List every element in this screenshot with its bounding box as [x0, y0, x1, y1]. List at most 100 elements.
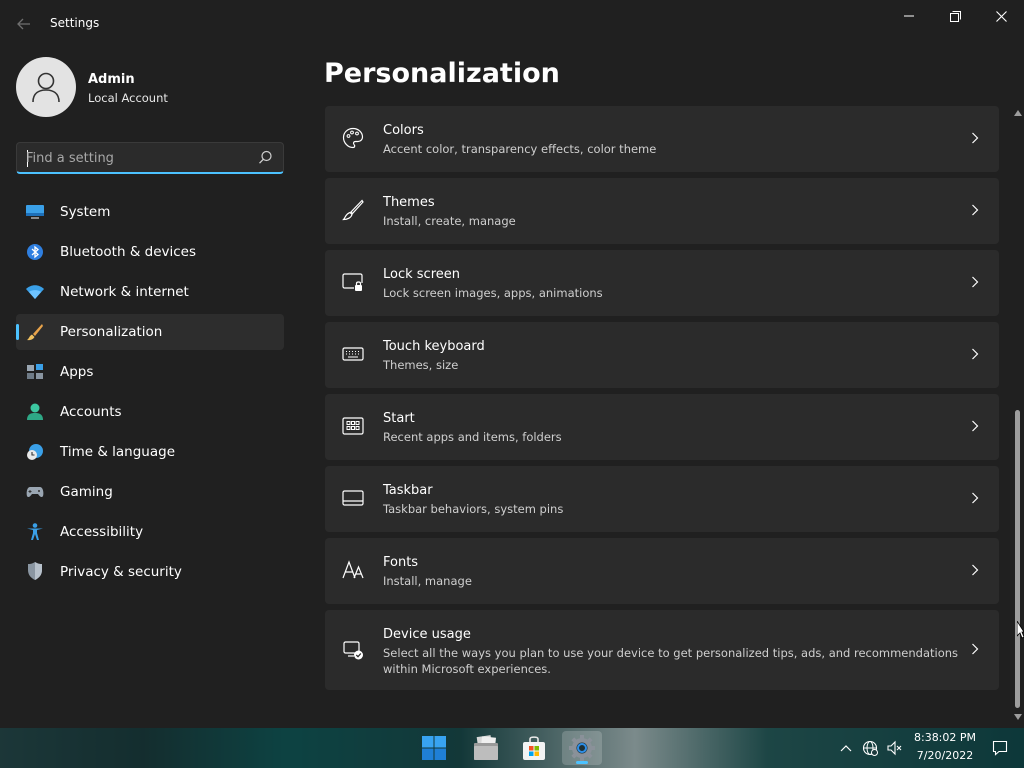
taskbar — [0, 728, 1024, 768]
card-subtitle: Taskbar behaviors, system pins — [383, 502, 564, 516]
card-subtitle: Select all the ways you plan to use your… — [383, 646, 959, 676]
apps-icon — [27, 364, 43, 379]
title-bar: Settings — [0, 0, 1024, 48]
card-themes[interactable]: Themes Install, create, manage — [325, 178, 999, 244]
taskbar-icon — [342, 490, 364, 506]
close-icon — [995, 10, 1007, 22]
sidebar-item-time-language[interactable]: Time & language — [16, 434, 284, 470]
back-button[interactable] — [10, 12, 38, 36]
clock-time[interactable]: 8:38:02 PM — [905, 731, 985, 744]
sidebar-item-network[interactable]: Network & internet — [16, 274, 284, 310]
microsoft-store-icon — [523, 736, 545, 760]
close-button[interactable] — [978, 0, 1024, 32]
brush-icon — [342, 199, 364, 221]
palette-icon — [342, 127, 364, 149]
globe-clock-icon — [27, 444, 43, 460]
file-explorer-icon — [474, 735, 498, 760]
minimize-button[interactable] — [886, 0, 932, 32]
card-title: Lock screen — [383, 267, 460, 282]
card-taskbar[interactable]: Taskbar Taskbar behaviors, system pins — [325, 466, 999, 532]
card-fonts[interactable]: Fonts Install, manage — [325, 538, 999, 604]
search-box[interactable] — [16, 142, 284, 174]
clock-date[interactable]: 7/20/2022 — [905, 749, 985, 762]
chevron-right-icon — [972, 492, 979, 504]
notification-icon — [992, 740, 1008, 756]
tray-show-hidden[interactable] — [838, 740, 854, 756]
gamepad-icon — [26, 487, 44, 498]
chevron-right-icon — [972, 348, 979, 360]
network-globe-icon — [862, 740, 878, 756]
card-touch-keyboard[interactable]: Touch keyboard Themes, size — [325, 322, 999, 388]
sidebar-item-label: Personalization — [60, 324, 163, 340]
shield-icon — [28, 562, 42, 580]
avatar[interactable] — [16, 57, 76, 117]
chevron-right-icon — [972, 564, 979, 576]
sidebar-item-bluetooth[interactable]: Bluetooth & devices — [16, 234, 284, 270]
search-icon[interactable] — [258, 150, 273, 165]
card-title: Themes — [383, 195, 435, 210]
maximize-button[interactable] — [932, 0, 978, 32]
windows-start-icon — [422, 736, 446, 760]
card-title: Fonts — [383, 555, 419, 570]
device-usage-icon — [343, 641, 363, 660]
chevron-right-icon — [972, 420, 979, 432]
scroll-up-arrow-icon[interactable] — [1014, 110, 1022, 116]
card-subtitle: Install, manage — [383, 574, 472, 588]
page-title: Personalization — [324, 58, 560, 89]
fonts-icon — [342, 560, 364, 579]
maximize-icon — [949, 10, 961, 22]
card-title: Taskbar — [383, 483, 433, 498]
app-title: Settings — [50, 16, 100, 30]
mouse-cursor-icon — [1017, 621, 1024, 639]
sidebar-item-system[interactable]: System — [16, 194, 284, 230]
tray-network[interactable] — [862, 740, 878, 756]
chevron-right-icon — [972, 132, 979, 144]
sidebar-item-label: Accessibility — [60, 524, 144, 540]
card-subtitle: Accent color, transparency effects, colo… — [383, 142, 657, 156]
sidebar-item-personalization[interactable]: Personalization — [16, 314, 284, 350]
sidebar-item-privacy[interactable]: Privacy & security — [16, 554, 284, 590]
sidebar-item-apps[interactable]: Apps — [16, 354, 284, 390]
taskbar-start-button[interactable] — [414, 731, 454, 765]
card-subtitle: Themes, size — [383, 358, 459, 372]
paintbrush-icon — [27, 324, 43, 341]
card-title: Touch keyboard — [383, 339, 485, 354]
start-menu-icon — [342, 417, 364, 435]
card-title: Device usage — [383, 627, 471, 642]
sidebar-item-label: System — [60, 204, 111, 220]
scrollbar-thumb[interactable] — [1015, 410, 1020, 708]
taskbar-microsoft-store[interactable] — [514, 731, 554, 765]
account-icon — [27, 403, 43, 420]
tray-volume[interactable] — [887, 740, 903, 756]
person-icon — [32, 72, 60, 103]
sidebar-item-gaming[interactable]: Gaming — [16, 474, 284, 510]
sidebar-nav: System Bluetooth & devices Network & int… — [16, 194, 284, 594]
settings-card-list: Colors Accent color, transparency effect… — [325, 106, 999, 696]
wifi-icon — [26, 285, 44, 299]
card-subtitle: Lock screen images, apps, animations — [383, 286, 603, 300]
taskbar-settings[interactable] — [562, 731, 602, 765]
chevron-right-icon — [972, 643, 979, 655]
card-device-usage[interactable]: Device usage Select all the ways you pla… — [325, 610, 999, 690]
search-input[interactable] — [26, 148, 246, 168]
taskbar-file-explorer[interactable] — [466, 731, 506, 765]
sidebar-item-accounts[interactable]: Accounts — [16, 394, 284, 430]
card-lock-screen[interactable]: Lock screen Lock screen images, apps, an… — [325, 250, 999, 316]
chevron-up-icon — [840, 745, 852, 752]
chevron-right-icon — [972, 204, 979, 216]
card-subtitle: Install, create, manage — [383, 214, 516, 228]
settings-gear-icon — [569, 735, 595, 761]
user-name: Admin — [88, 72, 135, 87]
keyboard-icon — [342, 347, 364, 361]
sidebar-item-accessibility[interactable]: Accessibility — [16, 514, 284, 550]
lock-screen-icon — [342, 273, 363, 291]
arrow-left-icon — [17, 18, 30, 30]
sidebar-item-label: Apps — [60, 364, 94, 380]
bluetooth-icon — [27, 244, 43, 260]
scroll-down-arrow-icon[interactable] — [1014, 714, 1022, 720]
card-start[interactable]: Start Recent apps and items, folders — [325, 394, 999, 460]
card-title: Colors — [383, 123, 424, 138]
card-colors[interactable]: Colors Accent color, transparency effect… — [325, 106, 999, 172]
sidebar-item-label: Network & internet — [60, 284, 189, 300]
tray-notifications[interactable] — [992, 740, 1008, 756]
